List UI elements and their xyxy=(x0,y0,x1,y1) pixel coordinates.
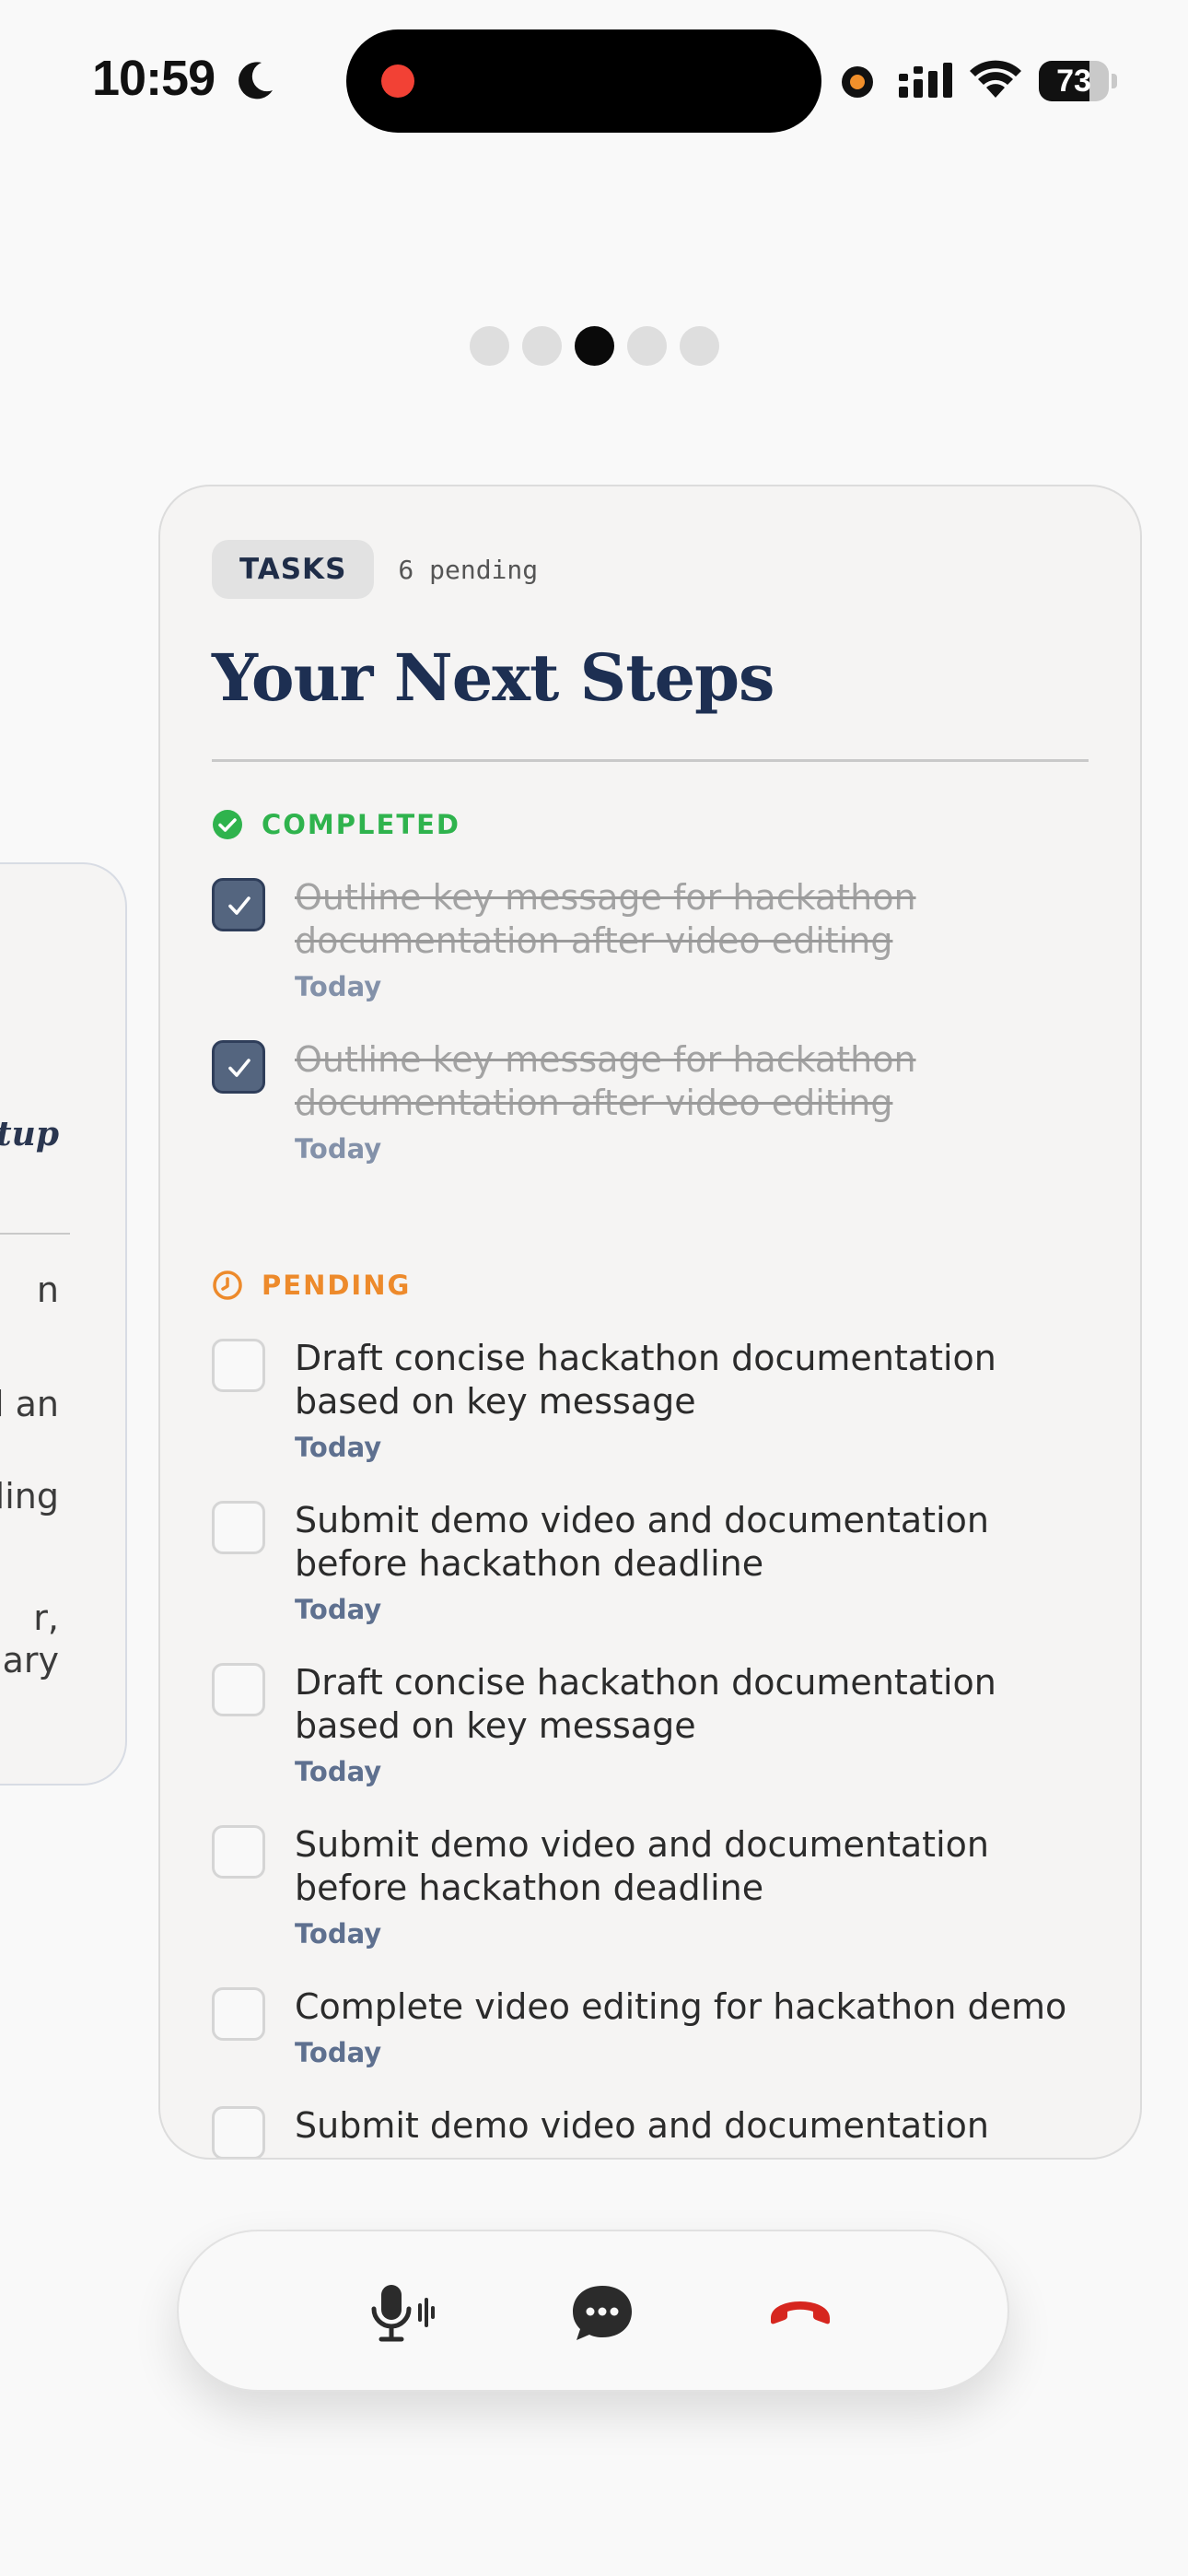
pending-task-item[interactable]: Draft concise hackathon documentation ba… xyxy=(212,1661,1089,1790)
task-date: Today xyxy=(295,1594,382,1625)
completed-section-header: COMPLETED xyxy=(212,806,1089,843)
page-indicator[interactable] xyxy=(0,326,1188,367)
dynamic-island xyxy=(346,29,821,133)
task-text: Draft concise hackathon documentation ba… xyxy=(295,1338,996,1422)
tasks-card[interactable]: TASKS 6 pending Your Next Steps COMPLETE… xyxy=(158,485,1142,2160)
task-text: Draft concise hackathon documentation ba… xyxy=(295,1662,996,1746)
pending-count: 6 pending xyxy=(398,554,539,585)
signal-icon xyxy=(899,63,952,98)
wifi-icon xyxy=(970,60,1021,98)
task-date: Today xyxy=(295,1756,382,1787)
checkmark-icon xyxy=(228,896,250,915)
pager-dot[interactable] xyxy=(521,326,562,366)
check-circle-icon xyxy=(213,810,242,839)
task-date: Today xyxy=(295,1432,382,1463)
task-text: Submit demo video and documentation befo… xyxy=(295,1824,989,1908)
pager-dot[interactable] xyxy=(626,326,667,366)
pending-task-item[interactable]: Submit demo video and documentation befo… xyxy=(212,1823,1089,1952)
peek-card-divider xyxy=(0,1233,70,1235)
peek-card-line: r, xyxy=(33,1598,59,1638)
pending-task-item[interactable]: Complete video editing for hackathon dem… xyxy=(212,1985,1089,2071)
completed-label: COMPLETED xyxy=(262,809,461,840)
pending-section-header: PENDING xyxy=(212,1267,1089,1304)
pending-label: PENDING xyxy=(262,1270,412,1301)
task-date: Today xyxy=(295,971,382,1002)
task-checkbox-checked[interactable] xyxy=(212,878,265,931)
peek-card-line: ling xyxy=(0,1476,59,1516)
pending-task-list: Draft concise hackathon documentation ba… xyxy=(212,1337,1089,2158)
completed-task-list: Outline key message for hackathon docume… xyxy=(212,876,1089,1167)
peek-card-line: d an xyxy=(0,1384,59,1424)
task-date: Today xyxy=(295,1133,382,1165)
status-bar: 10:59 73 xyxy=(0,0,1188,157)
battery-percentage: 73 xyxy=(1056,64,1091,99)
task-checkbox-checked[interactable] xyxy=(212,1040,265,1094)
peek-card-line: nary xyxy=(0,1640,59,1680)
checkmark-icon xyxy=(228,1059,250,1077)
task-checkbox[interactable] xyxy=(212,1825,265,1879)
pager-dot[interactable] xyxy=(679,326,719,366)
task-checkbox[interactable] xyxy=(212,2106,265,2158)
task-text: Submit demo video and documentation befo… xyxy=(295,1500,989,1584)
title-divider xyxy=(212,759,1089,762)
status-time: 10:59 xyxy=(92,51,215,106)
task-date: Today xyxy=(295,1918,382,1950)
task-date: Today xyxy=(295,2037,382,2068)
chat-bubble-icon xyxy=(573,2286,632,2340)
mic-in-use-indicator-icon xyxy=(842,66,873,98)
microphone-icon xyxy=(371,2285,435,2342)
pending-task-item[interactable]: Submit demo video and documentation xyxy=(212,2104,1089,2158)
task-text: Submit demo video and documentation xyxy=(295,2105,989,2146)
card-title: Your Next Steps xyxy=(212,639,775,716)
peek-card-line: n xyxy=(36,1270,59,1310)
task-checkbox[interactable] xyxy=(212,1339,265,1392)
peek-card-heading: tup xyxy=(0,1115,59,1153)
previous-card-peek[interactable]: tup n d an ling r, nary xyxy=(0,862,127,1786)
pending-task-item[interactable]: Draft concise hackathon documentation ba… xyxy=(212,1337,1089,1466)
clock-icon xyxy=(213,1270,242,1300)
moon-icon xyxy=(239,62,273,100)
completed-task-item[interactable]: Outline key message for hackathon docume… xyxy=(212,1038,1089,1167)
task-checkbox[interactable] xyxy=(212,1987,265,2041)
end-call-icon xyxy=(771,2301,830,2324)
microphone-button[interactable] xyxy=(354,2266,446,2359)
pending-task-item[interactable]: Submit demo video and documentation befo… xyxy=(212,1499,1089,1628)
task-text: Outline key message for hackathon docume… xyxy=(295,877,916,961)
tasks-badge: TASKS xyxy=(212,540,375,599)
pager-dot-active[interactable] xyxy=(574,326,614,366)
completed-task-item[interactable]: Outline key message for hackathon docume… xyxy=(212,876,1089,1005)
end-call-button[interactable] xyxy=(754,2266,846,2359)
task-checkbox[interactable] xyxy=(212,1501,265,1554)
task-checkbox[interactable] xyxy=(212,1663,265,1716)
call-controls-bar xyxy=(177,2230,1009,2392)
task-text: Outline key message for hackathon docume… xyxy=(295,1039,916,1123)
recording-indicator-icon xyxy=(381,64,414,98)
chat-button[interactable] xyxy=(556,2266,648,2359)
task-text: Complete video editing for hackathon dem… xyxy=(295,1986,1067,2027)
battery-icon: 73 xyxy=(1039,61,1118,101)
pager-dot[interactable] xyxy=(469,326,509,366)
